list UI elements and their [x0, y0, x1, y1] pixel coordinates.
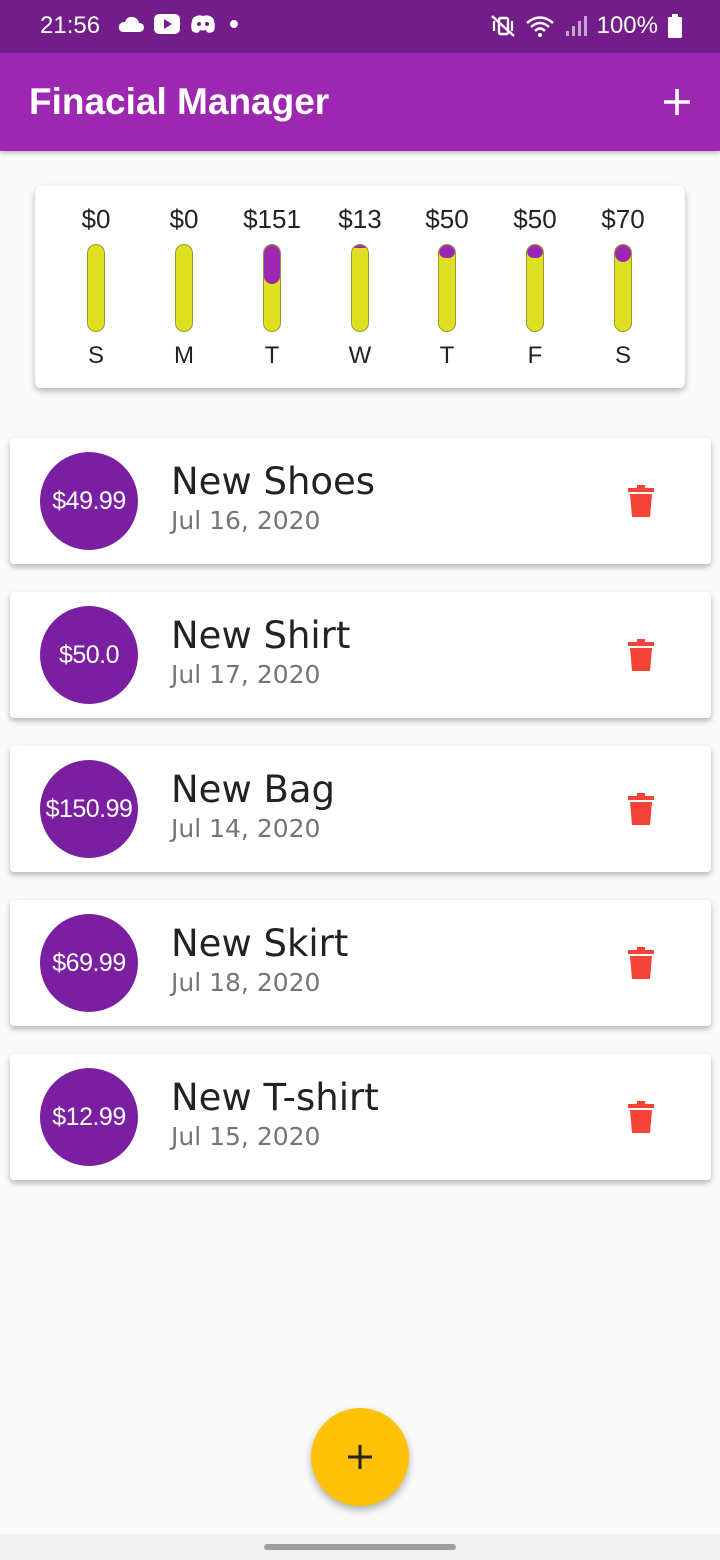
add-transaction-fab[interactable]: [311, 1408, 409, 1506]
transaction-title: New Shirt: [171, 614, 351, 657]
delete-transaction-button[interactable]: [621, 789, 661, 829]
delete-transaction-button[interactable]: [621, 943, 661, 983]
cloud-icon: [118, 16, 144, 32]
mute-vibrate-icon: [490, 15, 515, 37]
chart-day-amount: $13: [338, 204, 382, 234]
transaction-title: New Skirt: [171, 922, 349, 965]
transaction-date: Jul 14, 2020: [171, 814, 321, 843]
trash-icon: [628, 485, 654, 517]
delete-transaction-button[interactable]: [621, 635, 661, 675]
transaction-title: New Bag: [171, 768, 336, 811]
app-title: Finacial Manager: [29, 81, 330, 122]
chart-day-letter: S: [87, 342, 104, 369]
transaction-card: $69.99 New Skirt Jul 18, 2020: [10, 900, 711, 1026]
battery-icon: [668, 14, 682, 38]
trash-icon: [628, 947, 654, 979]
chart-day-amount: $151: [243, 204, 301, 234]
chart-day-letter: T: [439, 342, 455, 369]
chart-day: $50 F: [495, 186, 575, 388]
chart-day-amount: $0: [81, 204, 111, 234]
delete-transaction-button[interactable]: [621, 481, 661, 521]
chart-bar-track: [351, 244, 369, 332]
wifi-icon: [525, 16, 554, 37]
transaction-card: $50.0 New Shirt Jul 17, 2020: [10, 592, 711, 718]
transaction-card: $12.99 New T-shirt Jul 15, 2020: [10, 1054, 711, 1180]
chart-day-letter: W: [348, 342, 372, 369]
status-bar: 21:56 100%: [0, 0, 720, 53]
chart-day-letter: M: [174, 342, 194, 369]
transaction-date: Jul 18, 2020: [171, 968, 321, 997]
chart-day: $70 S: [583, 186, 663, 388]
chart-bar-fill: [615, 245, 631, 263]
chart-day: $0 M: [144, 186, 224, 388]
app-bar: Finacial Manager: [0, 53, 720, 151]
dot-icon: [230, 20, 238, 28]
home-handle[interactable]: [264, 1544, 456, 1550]
chart-bar-track: [614, 244, 632, 332]
transaction-amount-avatar: $150.99: [40, 760, 138, 858]
transaction-amount-avatar: $50.0: [40, 606, 138, 704]
delete-transaction-button[interactable]: [621, 1097, 661, 1137]
transaction-amount-avatar: $49.99: [40, 452, 138, 550]
status-system-icons: 100%: [490, 12, 682, 40]
transaction-title: New T-shirt: [171, 1076, 379, 1119]
transaction-date: Jul 16, 2020: [171, 506, 321, 535]
transaction-card: $150.99 New Bag Jul 14, 2020: [10, 746, 711, 872]
transaction-card: $49.99 New Shoes Jul 16, 2020: [10, 438, 711, 564]
chart-day-amount: $0: [169, 204, 199, 234]
youtube-icon: [154, 14, 180, 34]
battery-percent: 100%: [596, 12, 658, 39]
chart-bar-fill: [264, 245, 280, 284]
chart-day-amount: $50: [513, 204, 557, 234]
chart-day: $50 T: [407, 186, 487, 388]
weekly-chart-card: $0 S $0 M $151 T $13 W $50 T $50 F $70 S: [35, 186, 685, 388]
gesture-nav-bar: [0, 1534, 720, 1560]
chart-day-letter: T: [264, 342, 280, 369]
chart-day-letter: F: [527, 342, 543, 369]
chart-day: $0 S: [56, 186, 136, 388]
discord-icon: [191, 15, 215, 33]
chart-day: $13 W: [320, 186, 400, 388]
status-time: 21:56: [40, 12, 101, 39]
chart-bar-fill: [352, 245, 368, 249]
transaction-date: Jul 15, 2020: [171, 1122, 321, 1151]
signal-icon: [565, 16, 587, 36]
chart-bar-track: [526, 244, 544, 332]
chart-bar-track: [175, 244, 193, 332]
add-transaction-button[interactable]: [652, 77, 702, 127]
chart-bar-track: [263, 244, 281, 332]
chart-bar-track: [438, 244, 456, 332]
trash-icon: [628, 793, 654, 825]
status-notification-icons: [118, 14, 242, 34]
trash-icon: [628, 639, 654, 671]
chart-day-amount: $70: [601, 204, 645, 234]
plus-icon: [664, 89, 690, 115]
chart-bar-fill: [527, 245, 543, 258]
transaction-amount-avatar: $69.99: [40, 914, 138, 1012]
transaction-title: New Shoes: [171, 460, 376, 503]
transaction-date: Jul 17, 2020: [171, 660, 321, 689]
trash-icon: [628, 1101, 654, 1133]
chart-day-amount: $50: [425, 204, 469, 234]
plus-icon: [348, 1445, 372, 1469]
transaction-amount-avatar: $12.99: [40, 1068, 138, 1166]
chart-day-letter: S: [614, 342, 631, 369]
chart-bar-track: [87, 244, 105, 332]
chart-day: $151 T: [232, 186, 312, 388]
chart-bar-fill: [439, 245, 455, 258]
